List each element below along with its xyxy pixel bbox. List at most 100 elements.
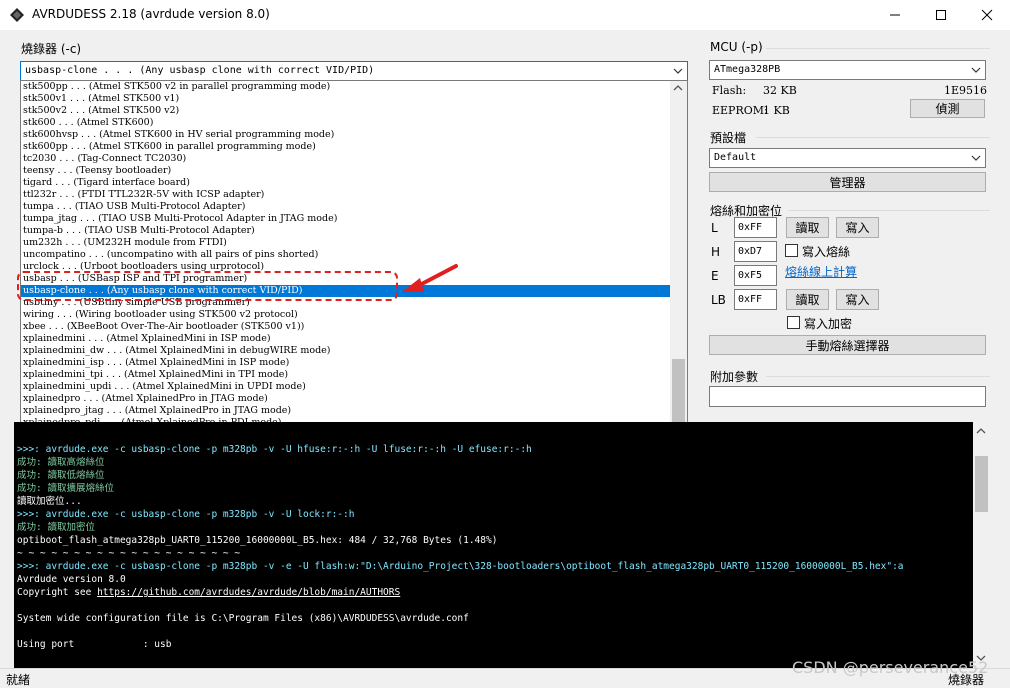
console-line: Using port : usb: [17, 639, 172, 650]
fuse-read-button[interactable]: 讀取: [786, 217, 829, 238]
console-line: 成功: 讀取高熔絲位: [17, 457, 105, 468]
programmer-combobox[interactable]: usbasp-clone . . . (Any usbasp clone wit…: [20, 61, 688, 81]
programmer-list-item[interactable]: wiring . . . (Wiring bootloader using ST…: [21, 309, 671, 321]
console-line: 讀取加密位...: [17, 496, 82, 507]
console-line: 成功: 讀取擴展熔絲位: [17, 483, 114, 494]
programmer-list-item[interactable]: xbee . . . (XBeeBoot Over-The-Air bootlo…: [21, 321, 671, 333]
console-output[interactable]: >>>: avrdude.exe -c usbasp-clone -p m328…: [14, 422, 990, 668]
chevron-down-icon: [673, 68, 683, 74]
extra-args-group-line: [766, 376, 990, 377]
console-scroll-thumb[interactable]: [975, 456, 988, 512]
mcu-group-line: [766, 48, 990, 49]
console-line-prefix: Copyright see: [17, 587, 98, 598]
list-scrollbar[interactable]: [670, 81, 687, 441]
chevron-down-icon: [971, 67, 981, 73]
programmer-list-item[interactable]: xplainedmini_dw . . . (Atmel XplainedMin…: [21, 345, 671, 357]
window-title: AVRDUDESS 2.18 (avrdude version 8.0): [32, 7, 270, 21]
programmer-list-item[interactable]: tc2030 . . . (Tag-Connect TC2030): [21, 153, 671, 165]
programmer-list-item[interactable]: xplainedmini_tpi . . . (Atmel XplainedMi…: [21, 369, 671, 381]
programmer-list-items: stk500pp . . . (Atmel STK500 v2 in paral…: [21, 81, 671, 441]
fuse-selector-button[interactable]: 手動熔絲選擇器: [709, 335, 986, 355]
title-bar: AVRDUDESS 2.18 (avrdude version 8.0): [0, 0, 1010, 30]
fuse-write-button[interactable]: 寫入: [836, 217, 879, 238]
status-text: 就緒: [6, 673, 31, 687]
fuse-l-input[interactable]: 0xFF: [734, 217, 777, 238]
presets-group-line: [756, 137, 990, 138]
flash-value: 32 KB: [763, 84, 797, 97]
console-line: Copyright see https://github.com/avrdude…: [17, 586, 972, 599]
programmer-list-item[interactable]: stk600hvsp . . . (Atmel STK600 in HV ser…: [21, 129, 671, 141]
signature-value: 1E9516: [944, 84, 988, 97]
programmer-dropdown-list[interactable]: stk500pp . . . (Atmel STK500 v2 in paral…: [20, 80, 688, 442]
programmer-list-item[interactable]: tigard . . . (Tigard interface board): [21, 177, 671, 189]
programmer-list-item[interactable]: tumpa_jtag . . . (TIAO USB Multi-Protoco…: [21, 213, 671, 225]
programmer-list-item[interactable]: xplainedmini_updi . . . (Atmel XplainedM…: [21, 381, 671, 393]
console-line: 成功: 讀取低熔絲位: [17, 470, 105, 481]
mcu-selected: ATmega328PB: [714, 64, 781, 75]
presets-label: 預設檔: [710, 131, 747, 145]
console-line: Avrdude version 8.0: [17, 574, 126, 585]
programmer-list-item[interactable]: tumpa . . . (TIAO USB Multi-Protocol Ada…: [21, 201, 671, 213]
fuse-l-label: L: [711, 221, 718, 235]
programmer-list-item[interactable]: tumpa-b . . . (TIAO USB Multi-Protocol A…: [21, 225, 671, 237]
programmer-list-item[interactable]: teensy . . . (Teensy bootloader): [21, 165, 671, 177]
console-link[interactable]: https://github.com/avrdudes/avrdude/blob…: [97, 587, 400, 598]
maximize-button[interactable]: [918, 0, 964, 30]
programmer-list-item[interactable]: xplainedmini_isp . . . (Atmel XplainedMi…: [21, 357, 671, 369]
programmer-list-item[interactable]: xplainedmini . . . (Atmel XplainedMini i…: [21, 333, 671, 345]
programmer-list-item[interactable]: ttl232r . . . (FTDI TTL232R-5V with ICSP…: [21, 189, 671, 201]
extra-args-label: 附加參數: [710, 370, 759, 384]
lock-write-button[interactable]: 寫入: [836, 289, 879, 310]
lock-read-button[interactable]: 讀取: [786, 289, 829, 310]
programmer-list-item[interactable]: stk600 . . . (Atmel STK600): [21, 117, 671, 129]
close-icon: [981, 9, 993, 21]
fuse-h-label: H: [711, 245, 721, 259]
console-line: >>>: avrdude.exe -c usbasp-clone -p m328…: [17, 444, 532, 455]
write-lock-checkbox[interactable]: [787, 316, 800, 329]
close-button[interactable]: [964, 0, 1010, 30]
programmer-list-item[interactable]: um232h . . . (UM232H module from FTDI): [21, 237, 671, 249]
programmer-list-item[interactable]: stk500v1 . . . (Atmel STK500 v1): [21, 93, 671, 105]
maximize-icon: [936, 10, 946, 20]
programmer-list-item[interactable]: stk500v2 . . . (Atmel STK500 v2): [21, 105, 671, 117]
console-line: >>>: avrdude.exe -c usbasp-clone -p m328…: [17, 509, 355, 520]
console-line: System wide configuration file is C:\Pro…: [17, 613, 469, 624]
programmer-list-item[interactable]: xplainedpro_jtag . . . (Atmel XplainedPr…: [21, 405, 671, 417]
programmer-list-item[interactable]: xplainedpro . . . (Atmel XplainedPro in …: [21, 393, 671, 405]
programmer-list-item[interactable]: stk600pp . . . (Atmel STK600 in parallel…: [21, 141, 671, 153]
mcu-label: MCU (-p): [710, 40, 763, 54]
extra-args-input[interactable]: [709, 386, 986, 407]
write-lock-label: 寫入加密: [804, 317, 853, 331]
fuses-group-line: [788, 210, 990, 211]
programmer-list-item[interactable]: stk500pp . . . (Atmel STK500 v2 in paral…: [21, 81, 671, 93]
fuse-e-input[interactable]: 0xF5: [734, 265, 777, 286]
write-fuses-checkbox[interactable]: [785, 244, 798, 257]
console-scrollbar[interactable]: [973, 422, 990, 668]
presets-combobox[interactable]: Default: [709, 148, 986, 168]
presets-selected: Default: [714, 152, 757, 163]
programmer-list-item[interactable]: uncompatino . . . (uncompatino with all …: [21, 249, 671, 261]
minimize-icon: [890, 14, 900, 16]
list-scroll-thumb[interactable]: [672, 359, 685, 423]
scroll-up-icon[interactable]: [673, 84, 683, 92]
fuse-h-input[interactable]: 0xD7: [734, 241, 777, 262]
fuse-calc-link[interactable]: 熔絲線上計算: [785, 263, 857, 280]
app-icon: [10, 8, 24, 22]
selection-highlight-annotation: [17, 271, 398, 301]
minimize-button[interactable]: [872, 0, 918, 30]
chevron-down-icon: [971, 155, 981, 161]
eeprom-label: EEPROM:: [712, 104, 768, 117]
lock-input[interactable]: 0xFF: [734, 289, 777, 310]
console-line: optiboot_flash_atmega328pb_UART0_115200_…: [17, 535, 498, 546]
console-line: 成功: 讀取加密位: [17, 522, 95, 533]
console-line: ~ ~ ~ ~ ~ ~ ~ ~ ~ ~ ~ ~ ~ ~ ~ ~ ~ ~ ~ ~: [17, 548, 241, 559]
watermark: CSDN @perseverance52: [792, 658, 989, 677]
write-fuses-label: 寫入熔絲: [802, 245, 851, 259]
detect-button[interactable]: 偵測: [910, 99, 985, 118]
scroll-up-icon[interactable]: [976, 427, 986, 435]
flash-label: Flash:: [712, 84, 747, 97]
manage-presets-button[interactable]: 管理器: [709, 172, 986, 192]
mcu-combobox[interactable]: ATmega328PB: [709, 60, 986, 80]
